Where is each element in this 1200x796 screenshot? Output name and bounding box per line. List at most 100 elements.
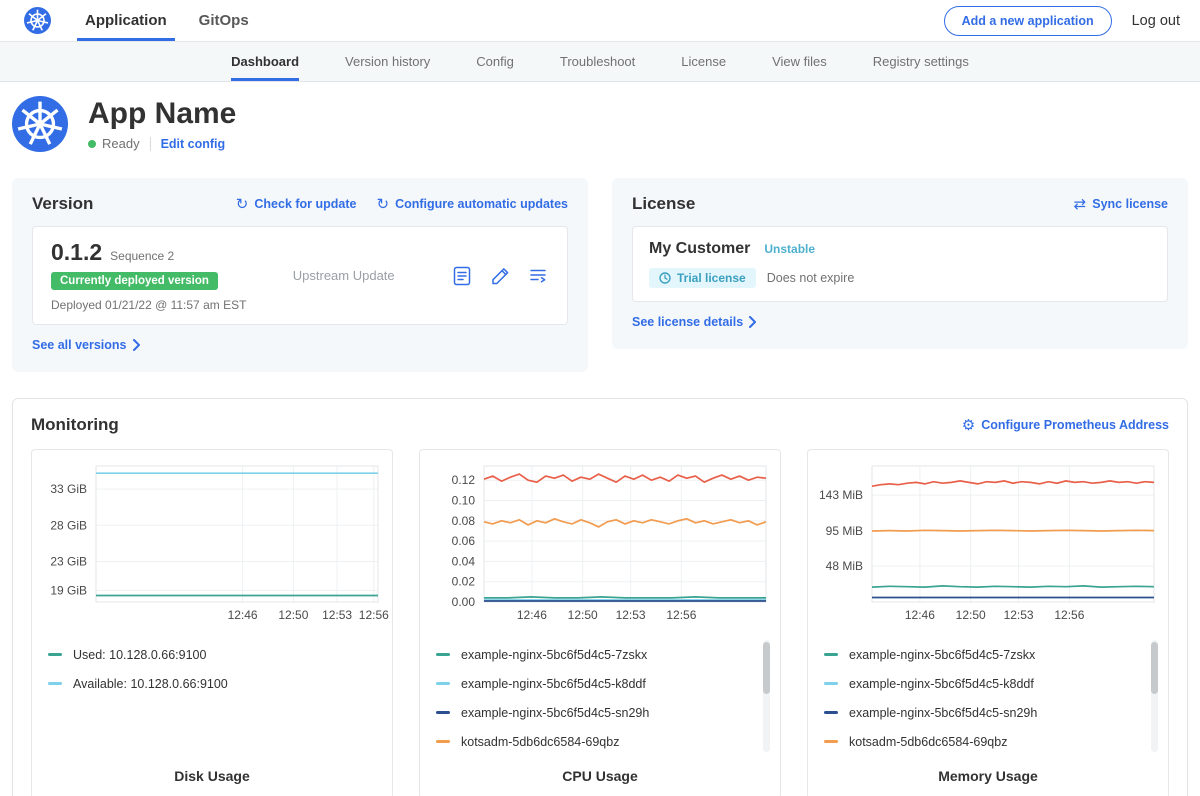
svg-text:0.08: 0.08 (452, 514, 476, 528)
legend-swatch (824, 740, 838, 743)
legend-label: Available: 10.128.0.66:9100 (73, 677, 228, 691)
chart-svg: 0.120.100.080.060.040.020.0012:4612:5012… (430, 460, 770, 626)
legend-scrollbar[interactable] (1151, 640, 1158, 752)
configure-prometheus-link[interactable]: ⚙ Configure Prometheus Address (962, 418, 1169, 433)
top-nav: Application GitOps Add a new application… (0, 0, 1200, 42)
deployed-timestamp: Deployed 01/21/22 @ 11:57 am EST (51, 298, 246, 312)
auto-update-icon: ↻ (376, 197, 389, 212)
deployed-badge: Currently deployed version (51, 272, 218, 290)
svg-text:0.06: 0.06 (452, 534, 476, 548)
svg-text:0.04: 0.04 (452, 554, 476, 568)
disk-usage-plot: 33 GiB28 GiB23 GiB19 GiB12:4612:5012:531… (42, 460, 382, 626)
check-for-update-link[interactable]: ↻ Check for update (236, 197, 357, 212)
subnav-view-files[interactable]: View files (772, 42, 827, 81)
tab-application[interactable]: Application (69, 0, 183, 41)
svg-text:95 MiB: 95 MiB (826, 524, 863, 538)
legend-swatch (48, 653, 62, 656)
subnav-registry-settings[interactable]: Registry settings (873, 42, 969, 81)
legend-label: example-nginx-5bc6f5d4c5-k8ddf (461, 677, 646, 691)
disk-usage-title: Disk Usage (42, 758, 382, 784)
monitoring-title: Monitoring (31, 415, 119, 435)
subnav-version-history[interactable]: Version history (345, 42, 430, 81)
see-all-versions-link[interactable]: See all versions (32, 338, 141, 352)
legend-item: kotsadm-5db6dc6584-69qbz (824, 727, 1158, 756)
disk-usage-chart: 33 GiB28 GiB23 GiB19 GiB12:4612:5012:531… (31, 449, 393, 796)
edit-config-link[interactable]: Edit config (161, 137, 226, 151)
svg-text:12:56: 12:56 (1054, 608, 1084, 622)
svg-text:12:50: 12:50 (956, 608, 986, 622)
status-label: Ready (102, 136, 140, 151)
legend-scrollbar-thumb[interactable] (763, 642, 770, 694)
legend-swatch (436, 711, 450, 714)
chart-svg: 143 MiB95 MiB48 MiB12:4612:5012:5312:56 (818, 460, 1158, 626)
subnav-troubleshoot[interactable]: Troubleshoot (560, 42, 635, 81)
svg-text:0.02: 0.02 (452, 575, 476, 589)
dashboard-content: Version ↻ Check for update ↻ Configure a… (0, 168, 1200, 796)
legend-item: example-nginx-5bc6f5d4c5-7zskx (824, 640, 1158, 669)
legend-scrollbar-thumb[interactable] (1151, 642, 1158, 694)
svg-text:12:56: 12:56 (666, 608, 696, 622)
configure-automatic-updates-link[interactable]: ↻ Configure automatic updates (376, 197, 568, 212)
tab-application-label: Application (85, 12, 167, 29)
svg-text:12:50: 12:50 (568, 608, 598, 622)
page-title: App Name (88, 97, 236, 130)
legend-item: kotsadm-5db6dc6584-69qbz (436, 727, 770, 756)
app-icon (12, 96, 68, 152)
svg-text:0.10: 0.10 (452, 494, 476, 508)
channel-label: Unstable (764, 242, 815, 256)
legend-scrollbar[interactable] (763, 640, 770, 752)
see-license-details-link[interactable]: See license details (632, 315, 757, 329)
legend-item: example-nginx-5bc6f5d4c5-k8ddf (824, 669, 1158, 698)
subnav-license[interactable]: License (681, 42, 726, 81)
customer-name: My Customer (649, 240, 750, 258)
svg-text:28 GiB: 28 GiB (50, 518, 87, 532)
subnav-config[interactable]: Config (476, 42, 514, 81)
version-card: Version ↻ Check for update ↻ Configure a… (12, 178, 588, 372)
top-nav-tabs: Application GitOps (69, 0, 265, 41)
upstream-update-label: Upstream Update (293, 268, 395, 283)
legend-swatch (824, 653, 838, 656)
current-version-box: 0.1.2 Sequence 2 Currently deployed vers… (32, 226, 568, 325)
edit-config-diff-icon[interactable] (489, 265, 511, 287)
status-dot (88, 140, 96, 148)
license-card: License ⇄ Sync license My Customer Unsta… (612, 178, 1188, 349)
version-number: 0.1.2 (51, 239, 102, 266)
legend-label: kotsadm-5db6dc6584-69qbz (461, 735, 619, 749)
tab-gitops[interactable]: GitOps (183, 0, 265, 41)
check-for-update-label: Check for update (254, 197, 356, 211)
legend-swatch (48, 682, 62, 685)
tab-gitops-label: GitOps (199, 12, 249, 29)
legend-label: Used: 10.128.0.66:9100 (73, 648, 206, 662)
configure-automatic-updates-label: Configure automatic updates (395, 197, 568, 211)
memory-usage-chart: 143 MiB95 MiB48 MiB12:4612:5012:5312:56 … (807, 449, 1169, 796)
disk-usage-legend: Used: 10.128.0.66:9100 Available: 10.128.… (42, 640, 382, 758)
deploy-logs-icon[interactable] (527, 265, 549, 287)
add-application-button[interactable]: Add a new application (944, 6, 1112, 36)
svg-text:12:56: 12:56 (359, 608, 389, 622)
legend-item: example-nginx-5bc6f5d4c5-sn29h (824, 698, 1158, 727)
legend-label: example-nginx-5bc6f5d4c5-7zskx (461, 648, 647, 662)
logout-link[interactable]: Log out (1132, 13, 1180, 29)
kubernetes-logo-icon (24, 7, 51, 34)
memory-usage-legend: example-nginx-5bc6f5d4c5-7zskxexample-ng… (818, 640, 1158, 758)
sync-icon: ⇄ (1074, 197, 1087, 212)
legend-label: example-nginx-5bc6f5d4c5-sn29h (461, 706, 649, 720)
app-sub-nav: Dashboard Version history Config Trouble… (0, 42, 1200, 82)
release-notes-icon[interactable] (451, 265, 473, 287)
sync-license-label: Sync license (1092, 197, 1168, 211)
legend-swatch (436, 653, 450, 656)
subnav-dashboard[interactable]: Dashboard (231, 42, 299, 81)
chart-svg: 33 GiB28 GiB23 GiB19 GiB12:4612:5012:531… (42, 460, 382, 626)
legend-item: Used: 10.128.0.66:9100 (48, 640, 382, 669)
legend-item: example-nginx-5bc6f5d4c5-k8ddf (436, 669, 770, 698)
expiry-label: Does not expire (767, 271, 855, 285)
svg-text:12:46: 12:46 (228, 608, 258, 622)
legend-label: example-nginx-5bc6f5d4c5-sn29h (849, 706, 1037, 720)
cpu-usage-legend: example-nginx-5bc6f5d4c5-7zskx example-ng… (430, 640, 770, 758)
svg-text:12:53: 12:53 (616, 608, 646, 622)
cpu-usage-plot: 0.120.100.080.060.040.020.0012:4612:5012… (430, 460, 770, 626)
svg-text:0.00: 0.00 (452, 595, 476, 609)
sync-license-link[interactable]: ⇄ Sync license (1074, 197, 1168, 212)
chevron-right-icon (132, 339, 141, 351)
svg-text:12:53: 12:53 (322, 608, 352, 622)
